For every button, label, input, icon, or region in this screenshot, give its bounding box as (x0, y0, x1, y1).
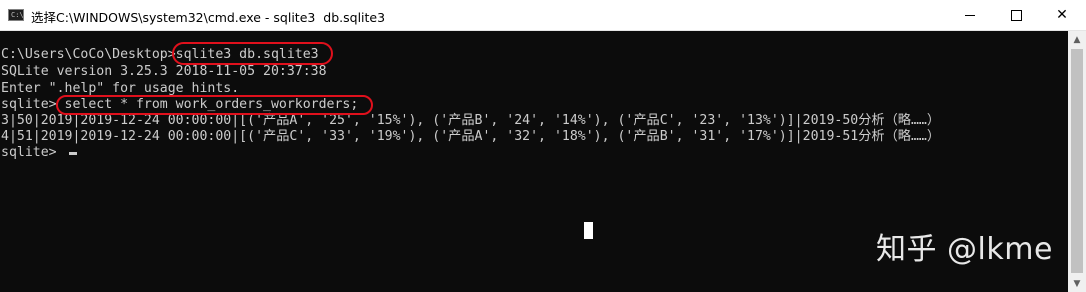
highlight-ellipse-command (172, 42, 333, 65)
scroll-down-arrow-icon[interactable]: ▼ (1068, 275, 1086, 292)
window-title: 选择C:\WINDOWS\system32\cmd.exe - sqlite3 … (31, 10, 386, 25)
mouse-text-cursor (584, 222, 593, 239)
watermark: 知乎 @lkme (876, 232, 1053, 267)
console-prompt-line[interactable]: sqlite> (1, 145, 77, 161)
console-line: 4|51|2019|2019-12-24 00:00:00|[('产品C', '… (1, 129, 941, 144)
maximize-button[interactable] (993, 0, 1039, 30)
prompt-text: sqlite> (1, 145, 65, 160)
cmd-icon-glyph: C:\ (11, 11, 24, 19)
close-icon: ✕ (1056, 7, 1068, 23)
maximize-icon (1010, 9, 1022, 21)
cmd-window: C:\ 选择C:\WINDOWS\system32\cmd.exe - sqli… (0, 0, 1086, 292)
cmd-icon[interactable]: C:\ (8, 9, 24, 21)
text-cursor (68, 152, 77, 155)
console-line: SQLite version 3.25.3 2018-11-05 20:37:3… (1, 64, 327, 79)
scroll-up-arrow-icon[interactable]: ▲ (1068, 31, 1086, 48)
close-button[interactable]: ✕ (1039, 0, 1085, 30)
title-bar[interactable]: C:\ 选择C:\WINDOWS\system32\cmd.exe - sqli… (0, 0, 1086, 31)
minimize-button[interactable] (947, 0, 993, 30)
highlight-ellipse-query (56, 95, 373, 115)
console-line: 3|50|2019|2019-12-24 00:00:00|[('产品A', '… (1, 113, 941, 128)
vertical-scrollbar[interactable]: ▲ ▼ (1068, 31, 1086, 292)
minimize-icon (965, 14, 975, 16)
scrollbar-thumb[interactable] (1071, 49, 1083, 273)
